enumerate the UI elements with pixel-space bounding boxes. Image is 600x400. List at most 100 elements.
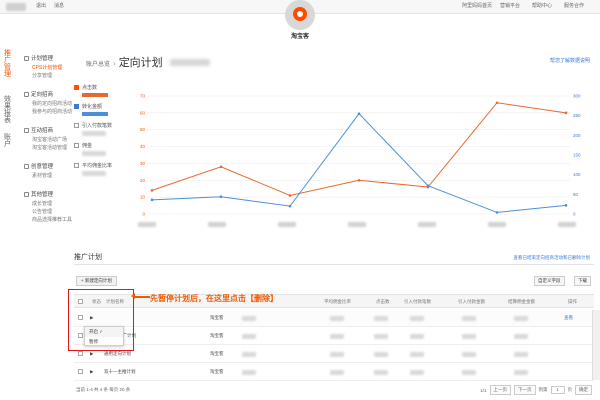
new-plan-button[interactable]: + 新建定向计划: [76, 276, 117, 286]
trend-chart: 0 10 20 30 40 50 60 70 0 50 100 150 200 250 300: [140, 94, 581, 217]
cell-blurred: [462, 352, 476, 357]
legend-checkbox-amount[interactable]: [74, 104, 79, 109]
page-title: 定向计划: [118, 57, 163, 69]
y-tick-right: 50: [573, 192, 579, 197]
custom-fields-button[interactable]: 自定义字段: [534, 276, 565, 286]
floating-toolbar[interactable]: [592, 310, 600, 380]
cell-blurred: [410, 316, 424, 321]
logout-link[interactable]: 退出: [36, 2, 46, 9]
cell-blurred: [374, 352, 388, 357]
menu-item-growth[interactable]: 成长管理: [24, 200, 80, 208]
goto-confirm-button[interactable]: 确定: [575, 385, 592, 395]
taobaoke-logo[interactable]: 淘宝客: [274, 0, 326, 44]
row-checkbox[interactable]: [78, 351, 83, 356]
y-tick-left: 10: [140, 195, 146, 200]
cell-blurred: [462, 334, 476, 339]
next-page-button[interactable]: 下一页: [514, 385, 536, 395]
plan-selector-blurred[interactable]: [169, 59, 210, 66]
directed-icon: [24, 91, 29, 97]
cell-blurred: [410, 334, 424, 339]
cell-blurred: [242, 352, 256, 357]
left-menu: 计划管理 CPS计划管理 分享管理 定向招商 我的定向招商活动 我参与的招商活动…: [24, 54, 80, 234]
menu-item-product-tool[interactable]: 商品选择推荐工具: [24, 216, 80, 224]
messages-link[interactable]: 消息: [54, 2, 64, 9]
help-link[interactable]: 帮您了解数据说明: [550, 57, 590, 64]
plan-name[interactable]: 通用定向计划: [104, 351, 131, 357]
marketing-platform-link[interactable]: 营销平台: [500, 2, 520, 9]
service-link[interactable]: 服务合作: [564, 2, 584, 9]
menu-item-material[interactable]: 素材管理: [24, 172, 80, 180]
th-amount[interactable]: 引入付款金额: [458, 299, 485, 305]
series-0-point: [288, 194, 292, 197]
status-icon[interactable]: ▶: [90, 351, 93, 357]
series-1-point: [288, 204, 292, 208]
table-row[interactable]: ▶ 双十一主推计划 淘宝客: [74, 363, 594, 381]
section-title: 推广计划: [74, 254, 102, 261]
x-tick-blurred: [348, 222, 366, 227]
menu-item-activity-square[interactable]: 淘宝客活动广场: [24, 136, 80, 144]
th-commission-rate[interactable]: 平均佣金比率: [324, 299, 351, 305]
row-type: 淘宝客: [210, 333, 224, 338]
menu-item-activity-manage[interactable]: 淘宝客活动管理: [24, 144, 80, 152]
legend-value-blurred: [82, 171, 106, 176]
legend-checkbox-rate[interactable]: [74, 163, 79, 168]
x-tick-blurred: [418, 222, 436, 227]
menu-item-notice[interactable]: 公告管理: [24, 208, 80, 216]
th-settle[interactable]: 结算佣金金额: [508, 299, 535, 305]
row-checkbox[interactable]: [78, 369, 83, 374]
series-0-point: [219, 165, 223, 169]
side-nav-account[interactable]: 账户: [4, 134, 14, 148]
menu-item-share[interactable]: 分享管理: [24, 72, 80, 80]
y-tick-left: 40: [140, 144, 146, 149]
series-1-point: [564, 204, 568, 207]
series-0-point: [564, 111, 568, 115]
cell-blurred: [514, 334, 528, 339]
y-tick-left: 0: [142, 212, 145, 217]
legend-checkbox-clicks[interactable]: [74, 85, 79, 90]
y-tick-right: 100: [573, 172, 581, 177]
legend-checkbox-orders[interactable]: [74, 123, 79, 128]
table-row[interactable]: ▶ 通用定向计划 淘宝客: [74, 345, 594, 363]
y-tick-right: 250: [573, 113, 581, 118]
menu-item-joined[interactable]: 我参与的招商活动: [24, 108, 80, 116]
alimama-home-link[interactable]: 阿里妈妈首页: [462, 2, 492, 9]
side-nav-reports[interactable]: 效果报表: [4, 96, 14, 124]
y-tick-left: 20: [140, 178, 146, 183]
legend-label-rate: 平均佣金比率: [82, 163, 113, 169]
series-1-point: [426, 184, 430, 187]
series-0-point: [495, 101, 499, 105]
prev-page-button[interactable]: 上一页: [489, 385, 511, 395]
cell-blurred: [374, 370, 388, 375]
th-clicks[interactable]: 点击数: [376, 299, 390, 305]
menu-head-directed: 定向招商: [24, 90, 80, 98]
download-button[interactable]: 下载: [574, 276, 591, 286]
series-1-point: [150, 198, 154, 202]
menu-item-my-directed[interactable]: 我的定向招商活动: [24, 100, 80, 108]
breadcrumb-home[interactable]: 账户总览: [86, 59, 110, 68]
series-1-point: [357, 112, 361, 115]
status-icon[interactable]: ▶: [90, 369, 93, 375]
logo-icon: [285, 0, 315, 30]
goto-page-input[interactable]: 1: [550, 386, 565, 394]
menu-item-cps-plan[interactable]: CPS计划管理: [24, 64, 80, 72]
legend-checkbox-commission[interactable]: [74, 143, 79, 148]
th-orders[interactable]: 引入付款笔数: [404, 299, 431, 305]
logo-text: 淘宝客: [290, 34, 309, 40]
side-nav-promotion[interactable]: 推广管理: [4, 50, 14, 78]
cell-blurred: [514, 316, 528, 321]
plan-name[interactable]: 双十一主推计划: [104, 369, 136, 375]
series-line-1: [151, 112, 567, 213]
table-row[interactable]: 推广计划 淘宝客: [74, 327, 594, 345]
help-center-link[interactable]: 帮助中心: [532, 2, 552, 9]
row-type: 淘宝客: [210, 315, 224, 320]
goto-label: 到第: [538, 387, 548, 392]
menu-head-interactive: 互动招商: [24, 126, 80, 134]
cell-blurred: [462, 370, 476, 375]
table-row[interactable]: ▶ 淘宝客 查看: [74, 309, 594, 327]
cell-blurred: [410, 370, 424, 375]
view-link[interactable]: 查看: [564, 315, 573, 321]
goto-unit: 页: [567, 387, 573, 392]
section-link[interactable]: 查看已结束定向招商活动和已删除计划: [514, 255, 591, 261]
cell-blurred: [330, 352, 344, 357]
other-icon: [24, 191, 29, 197]
